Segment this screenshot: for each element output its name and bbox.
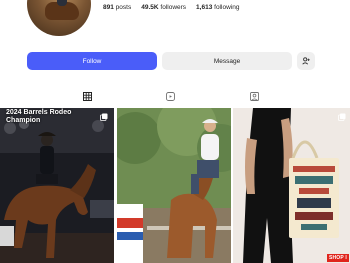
profile-tabs xyxy=(0,86,350,106)
profile-stats: 891 posts 49.5K followers 1,613 followin… xyxy=(103,4,239,11)
shop-badge: SHOP I xyxy=(326,254,349,262)
grid-post-3[interactable]: SHOP I xyxy=(233,108,350,263)
post-3-photo xyxy=(233,108,350,263)
tab-tagged[interactable] xyxy=(196,86,312,106)
multiple-posts-icon xyxy=(100,113,108,121)
grid-post-2[interactable] xyxy=(117,108,231,263)
add-person-icon xyxy=(302,57,310,65)
grid-post-1[interactable]: 2024 Barrels Rodeo Champion xyxy=(0,108,114,263)
follow-button[interactable]: Follow xyxy=(27,52,157,70)
suggest-button[interactable] xyxy=(297,52,315,70)
followers-stat[interactable]: 49.5K followers xyxy=(141,4,186,11)
multiple-posts-icon xyxy=(338,113,346,121)
post-2-photo xyxy=(117,108,231,263)
grid-icon xyxy=(82,91,92,101)
profile-avatar[interactable] xyxy=(27,0,91,36)
following-stat[interactable]: 1,613 following xyxy=(196,4,239,11)
tagged-icon xyxy=(249,91,259,101)
reels-icon xyxy=(165,91,175,101)
avatar-rider xyxy=(57,0,67,6)
post-1-photo xyxy=(0,108,114,263)
post-caption: 2024 Barrels Rodeo Champion xyxy=(6,109,72,124)
message-button[interactable]: Message xyxy=(162,52,292,70)
posts-stat[interactable]: 891 posts xyxy=(103,4,131,11)
